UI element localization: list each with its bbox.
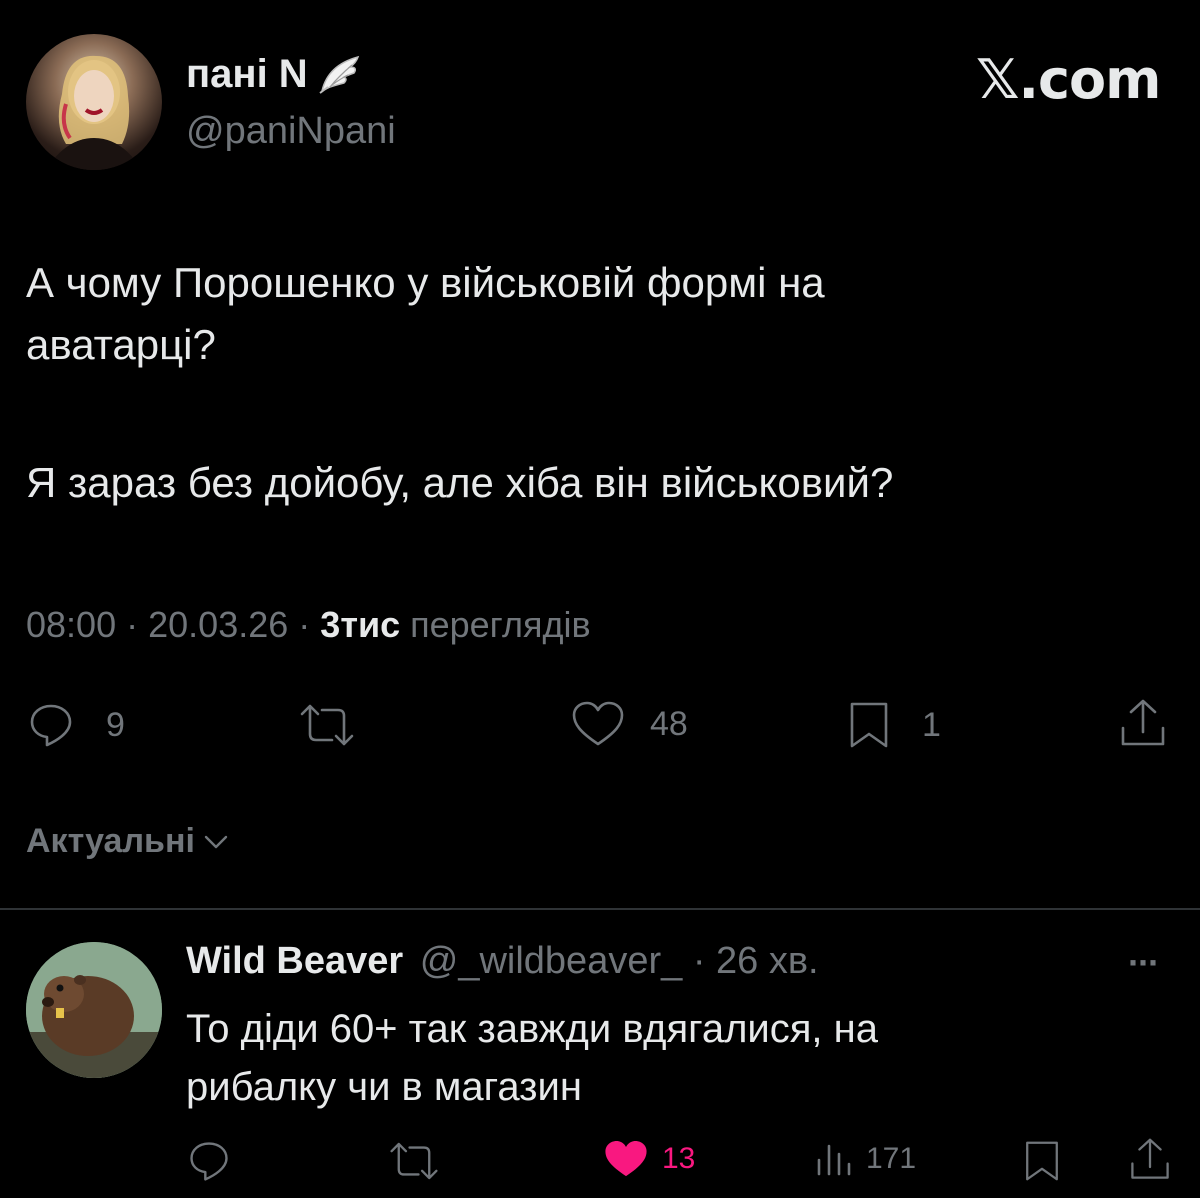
reply-age[interactable]: · 26 хв. <box>693 940 819 982</box>
bookmark-icon <box>846 700 892 750</box>
reply-count: 9 <box>106 705 125 744</box>
repost-button[interactable] <box>298 702 356 748</box>
reply-like-count: 13 <box>662 1142 696 1175</box>
like-count: 48 <box>650 704 688 743</box>
bookmark-button[interactable]: 1 <box>846 700 941 750</box>
author-name-row: пані N <box>186 52 364 97</box>
views-value: 3тис <box>320 604 401 645</box>
share-icon <box>1128 1136 1172 1184</box>
avatar-beaver <box>26 942 162 1078</box>
repost-icon <box>388 1140 440 1182</box>
sort-filter-button[interactable]: Актуальні <box>26 822 229 861</box>
site-label: 𝕏.com <box>976 48 1161 111</box>
share-icon <box>1118 698 1168 750</box>
reply-repost-button[interactable] <box>388 1140 440 1182</box>
views-icon <box>814 1140 854 1178</box>
reply-icon <box>186 1138 232 1184</box>
reply-bookmark-button[interactable] <box>1022 1138 1062 1184</box>
reply-icon <box>26 700 76 750</box>
reply-views-count: 171 <box>866 1142 917 1175</box>
reply-author-avatar[interactable] <box>26 942 162 1078</box>
reply-share-button[interactable] <box>1128 1136 1172 1184</box>
post-time[interactable]: 08:00 <box>26 604 116 645</box>
verified-wing-icon <box>314 53 364 97</box>
post-text-line: А чому Порошенко у військовій формі на <box>26 259 825 306</box>
bookmark-icon <box>1022 1138 1062 1184</box>
post-text-line: Я зараз без дойобу, але хіба він військо… <box>26 459 894 506</box>
reply-views-button[interactable]: 171 <box>814 1140 916 1178</box>
separator: · <box>298 604 311 645</box>
post-text: А чому Порошенко у військовій формі на а… <box>26 252 1166 514</box>
reply-reply-button[interactable] <box>186 1138 232 1184</box>
reply-like-button[interactable]: 13 <box>602 1138 695 1180</box>
like-icon <box>602 1138 650 1180</box>
post-meta: 08:00 · 20.03.26 · 3тис переглядів <box>26 604 591 646</box>
reply-button[interactable]: 9 <box>26 700 125 750</box>
like-button[interactable]: 48 <box>570 700 688 748</box>
chevron-down-icon <box>203 832 229 852</box>
reply-header: Wild Beaver @_wildbeaver_ · 26 хв. <box>186 940 819 983</box>
post-date[interactable]: 20.03.26 <box>148 604 288 645</box>
repost-icon <box>298 702 356 748</box>
views-label: переглядів <box>410 604 591 645</box>
author-avatar[interactable] <box>26 34 162 170</box>
reply-text-line: рибалку чи в магазин <box>186 1065 582 1109</box>
post-text-line: аватарці? <box>26 321 216 368</box>
bookmark-count: 1 <box>922 705 941 744</box>
reply-author-handle[interactable]: @_wildbeaver_ <box>420 940 683 982</box>
sort-filter-label: Актуальні <box>26 822 195 860</box>
author-handle[interactable]: @paniNpani <box>186 110 396 153</box>
like-icon <box>570 700 626 748</box>
divider <box>0 908 1200 910</box>
reply-text-line: То діди 60+ так завжди вдягалися, на <box>186 1007 878 1051</box>
reply-author-name[interactable]: Wild Beaver <box>186 940 403 982</box>
share-button[interactable] <box>1118 698 1168 750</box>
more-icon[interactable]: ··· <box>1128 942 1160 984</box>
separator: · <box>126 604 139 645</box>
reply-text: То діди 60+ так завжди вдягалися, на риб… <box>186 1000 1166 1116</box>
author-name[interactable]: пані N <box>186 52 308 97</box>
avatar-portrait <box>46 55 142 170</box>
